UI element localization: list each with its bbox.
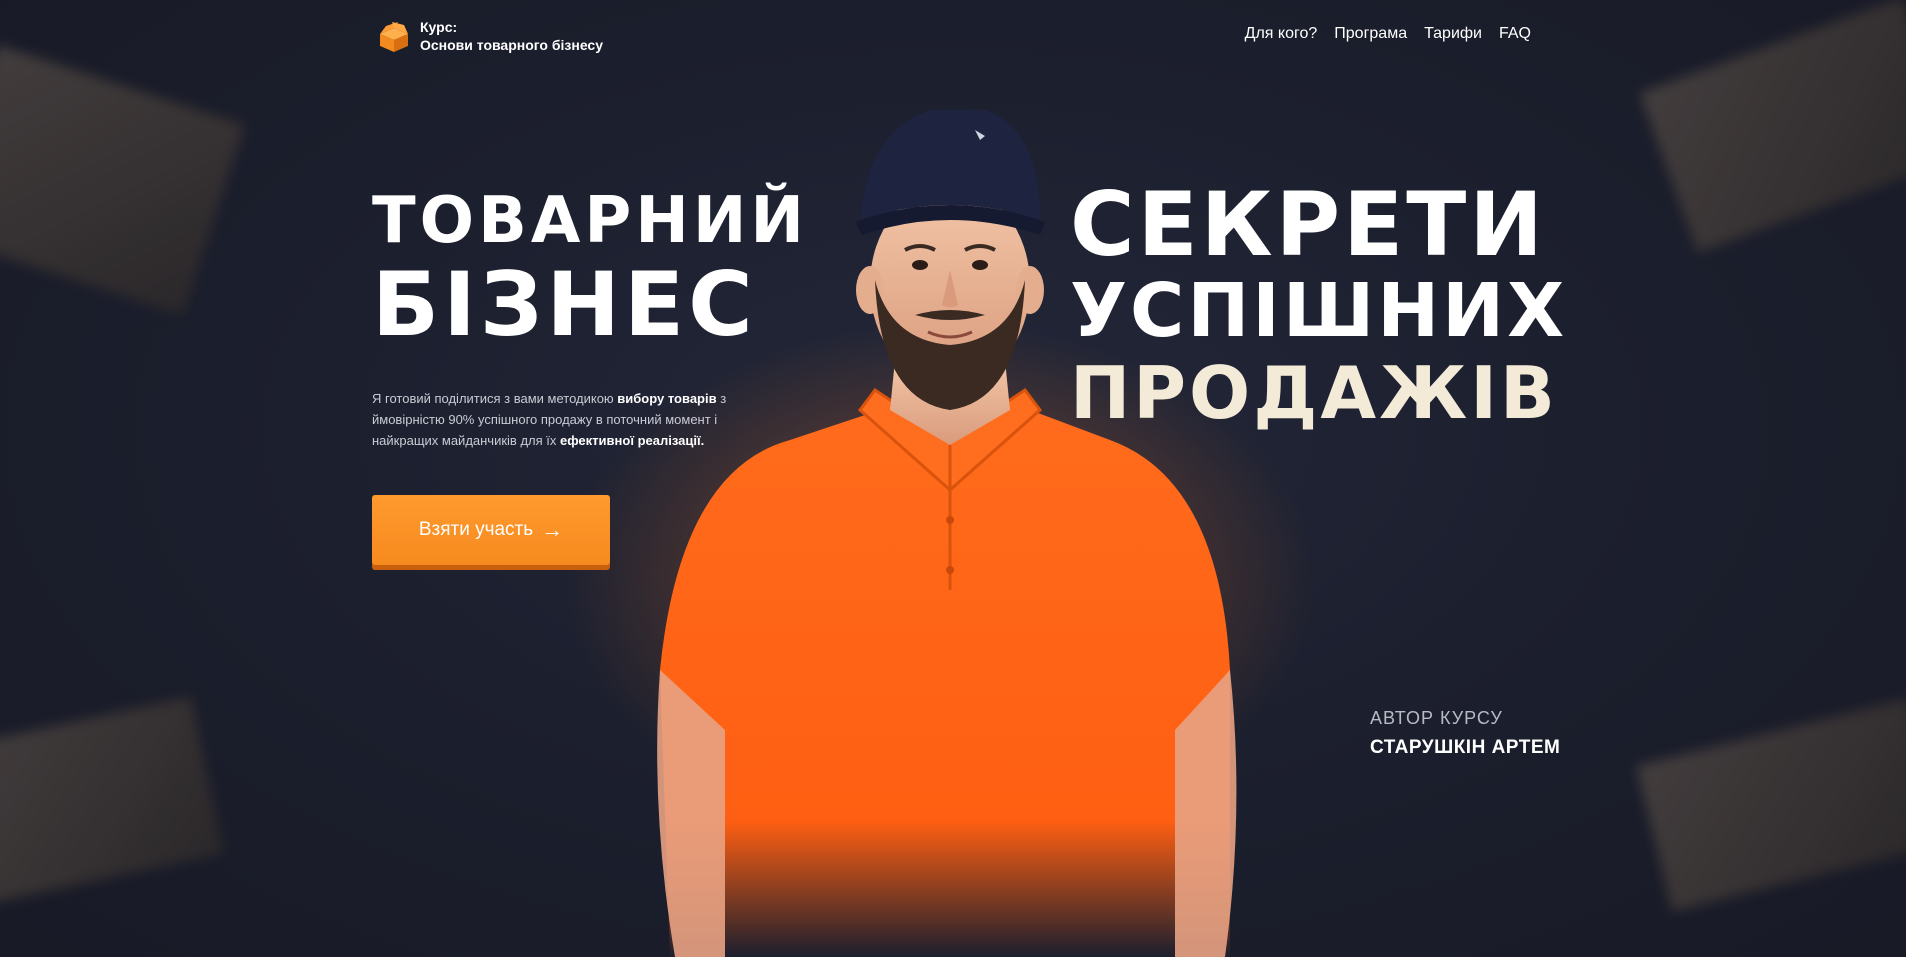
nav-link-for-whom[interactable]: Для кого? [1245, 25, 1318, 43]
headline-left: ТОВАРНИЙ БІЗНЕС [372, 185, 808, 353]
join-button-label: Взяти участь [418, 519, 534, 540]
description-text-1: Я готовий поділитися з вами методикою [372, 391, 618, 406]
hero-description: Я готовий поділитися з вами методикою ви… [372, 388, 752, 451]
nav-link-faq[interactable]: FAQ [1499, 25, 1531, 43]
description-bold-1: вибору товарів [617, 391, 717, 406]
headline-right-line-2: УСПІШНИХ [1070, 268, 1568, 354]
logo-text: Курс: Основи товарного бізнесу [420, 18, 603, 54]
headline-right-line-3: ПРОДАЖІВ [1070, 351, 1558, 435]
author-name: СТАРУШКІН АРТЕМ [1370, 737, 1561, 758]
box-icon [380, 22, 408, 52]
author-block: АВТОР КУРСУ СТАРУШКІН АРТЕМ [1370, 708, 1560, 759]
description-bold-2: ефективної реалізації. [560, 433, 705, 448]
logo-line-1: Курс: [420, 19, 458, 35]
author-label: АВТОР КУРСУ [1370, 708, 1503, 728]
decorative-box [0, 696, 225, 904]
nav-link-pricing[interactable]: Тарифи [1424, 25, 1482, 43]
headline-right: СЕКРЕТИ УСПІШНИХ ПРОДАЖІВ [1070, 173, 1568, 435]
headline-left-line-1: ТОВАРНИЙ [372, 184, 808, 258]
headline-left-line-2: БІЗНЕС [372, 253, 757, 356]
decorative-box [1636, 698, 1906, 912]
arrow-right-icon: → [541, 517, 564, 542]
site-logo[interactable]: Курс: Основи товарного бізнесу [376, 18, 603, 54]
logo-line-2: Основи товарного бізнесу [420, 37, 603, 53]
decorative-box [0, 44, 245, 316]
join-button[interactable]: Взяти участь → [372, 495, 610, 565]
headline-right-line-1: СЕКРЕТИ [1070, 173, 1546, 276]
nav-link-program[interactable]: Програма [1334, 25, 1407, 43]
main-nav: Для кого? Програма Тарифи FAQ [1245, 25, 1531, 43]
landing-page: Курс: Основи товарного бізнесу Для кого?… [0, 0, 1906, 957]
decorative-box [1639, 0, 1906, 253]
